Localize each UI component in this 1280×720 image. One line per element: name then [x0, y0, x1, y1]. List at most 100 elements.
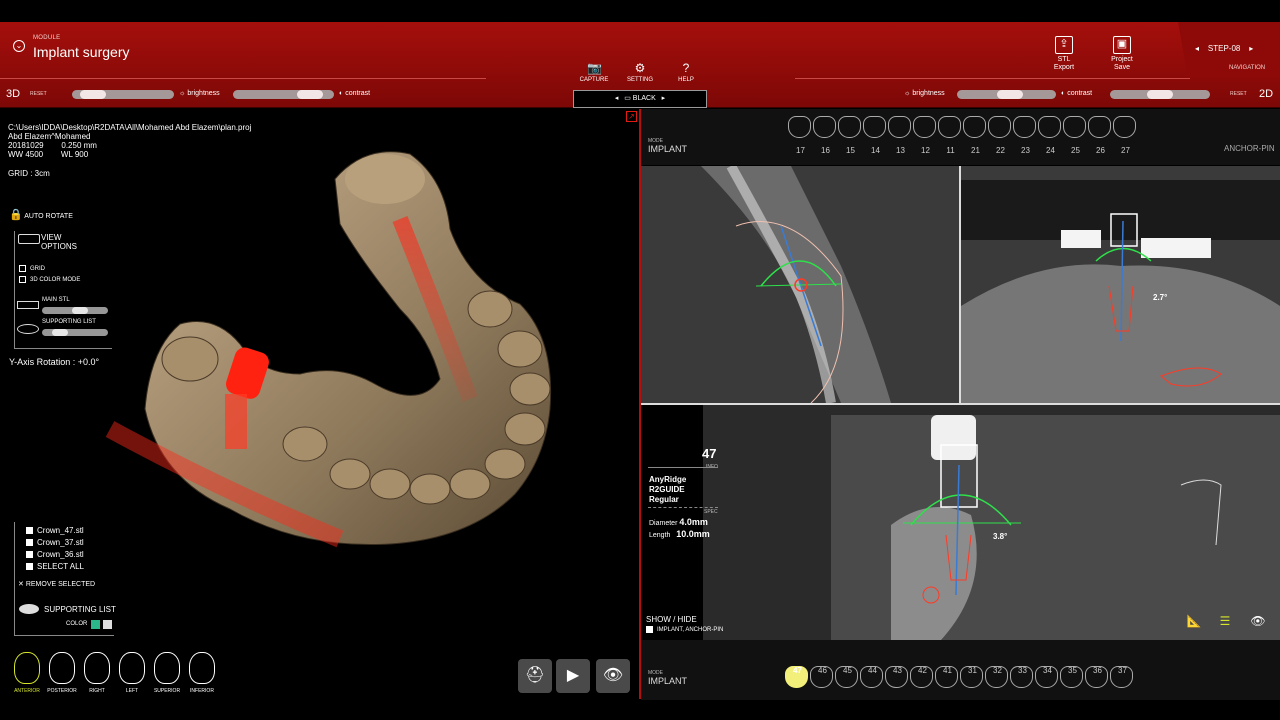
auto-rotate-toggle[interactable]: 🔒 AUTO ROTATE: [9, 208, 73, 221]
tooth-25[interactable]: [1063, 116, 1086, 138]
layers-button[interactable]: ☰: [1212, 608, 1238, 634]
capture-button[interactable]: 📷 CAPTURE: [572, 62, 616, 83]
lower-mode-label[interactable]: IMPLANT: [648, 676, 687, 686]
tooth-14[interactable]: [863, 116, 886, 138]
save-icon: ▣: [1113, 36, 1131, 54]
visibility-button[interactable]: 👁: [596, 659, 630, 693]
right-brightness-slider[interactable]: [957, 90, 1056, 99]
view-inferior-button[interactable]: INFERIOR: [187, 650, 217, 700]
display-mode-selector[interactable]: ◂ ▭ BLACK ▸: [573, 90, 707, 108]
measure-button[interactable]: 📐: [1181, 608, 1207, 634]
voxel-size: 0.250 mm: [61, 141, 97, 150]
left-brightness-slider[interactable]: [72, 90, 174, 99]
right-reset-button[interactable]: RESET: [1230, 91, 1247, 97]
grid-size: GRID : 3cm: [8, 169, 50, 178]
tooth-11[interactable]: [938, 116, 961, 138]
tooth-15[interactable]: [838, 116, 861, 138]
upper-mode-label[interactable]: IMPLANT: [648, 144, 687, 154]
tooth-number: 12: [921, 146, 930, 155]
tooth-16[interactable]: [813, 116, 836, 138]
tooth-number: 25: [1071, 146, 1080, 155]
skull-icon: [84, 652, 110, 684]
setting-button[interactable]: ⚙ SETTING: [618, 62, 662, 83]
view-anterior-button[interactable]: ANTERIOR: [12, 650, 42, 700]
remove-selected-button[interactable]: ✕ REMOVE SELECTED: [18, 580, 95, 588]
view-label: POSTERIOR: [47, 688, 77, 694]
popout-icon[interactable]: ↗: [626, 111, 637, 122]
left-contrast-slider[interactable]: [233, 90, 334, 99]
stl-export-button[interactable]: ⇪ STL Export: [1044, 36, 1084, 72]
module-title[interactable]: Implant surgery: [33, 44, 129, 60]
scan-date: 20181029: [8, 141, 44, 150]
supporting-opacity-slider[interactable]: [42, 329, 108, 336]
select-all-checkbox[interactable]: SELECT ALL: [26, 561, 84, 573]
help-button[interactable]: ? HELP: [664, 62, 708, 83]
color-mode-checkbox[interactable]: 3D COLOR MODE: [19, 276, 80, 283]
tooth-12[interactable]: [913, 116, 936, 138]
cross-section-view[interactable]: [641, 166, 959, 403]
view-options-label[interactable]: VIEW OPTIONS: [41, 233, 77, 251]
panoramic-view[interactable]: [961, 166, 1280, 403]
tooth-13[interactable]: [888, 116, 911, 138]
axial-view[interactable]: [641, 405, 1280, 640]
color-swatch-white[interactable]: [103, 620, 112, 629]
view-superior-button[interactable]: SUPERIOR: [152, 650, 182, 700]
sagittal-angle: 2.7°: [1153, 293, 1168, 302]
grid-checkbox[interactable]: GRID: [19, 265, 45, 272]
skull-icon: [154, 652, 180, 684]
tooth-number: 31: [968, 666, 977, 675]
implant-diameter: 4.0mm: [679, 517, 708, 527]
view-label: INFERIOR: [190, 688, 214, 694]
stl-list: Crown_47.stl Crown_37.stl Crown_36.stl S…: [26, 525, 84, 573]
color-swatch-green[interactable]: [91, 620, 100, 629]
left-reset-button[interactable]: RESET: [30, 91, 47, 97]
tooth-number: 26: [1096, 146, 1105, 155]
tooth-24[interactable]: [1038, 116, 1061, 138]
stl-item[interactable]: Crown_36.stl: [26, 549, 84, 561]
view-options-icon: [18, 234, 40, 244]
tooth-number: 35: [1068, 666, 1077, 675]
right-contrast-slider[interactable]: [1110, 90, 1210, 99]
skull-icon: [14, 652, 40, 684]
eye-icon: 👁: [1250, 614, 1266, 628]
chevron-right-icon[interactable]: ▸: [662, 95, 666, 102]
show-implant-checkbox[interactable]: IMPLANT, ANCHOR-PIN: [646, 626, 723, 633]
view-left-button[interactable]: LEFT: [117, 650, 147, 700]
tooth-21[interactable]: [963, 116, 986, 138]
chevron-left-icon[interactable]: ◂: [615, 95, 619, 102]
tooth-26[interactable]: [1088, 116, 1111, 138]
implant-number: 47: [702, 446, 717, 461]
right-brightness-label: ☼ brightness: [904, 90, 945, 97]
main-stl-opacity-slider[interactable]: [42, 307, 108, 314]
implant-body-red[interactable]: [225, 394, 247, 449]
molar-crown: [345, 154, 425, 204]
layers-icon: ☰: [1219, 614, 1231, 628]
tooth-22[interactable]: [988, 116, 1011, 138]
tooth-number: 24: [1046, 146, 1055, 155]
close-icon: ✕: [18, 581, 24, 588]
crown-view-button[interactable]: ⛑: [518, 659, 552, 693]
view-right-button[interactable]: RIGHT: [82, 650, 112, 700]
module-dropdown-icon[interactable]: ⌄: [13, 40, 25, 52]
anchor-pin-label[interactable]: ANCHOR-PIN: [1224, 144, 1275, 153]
stl-item[interactable]: Crown_37.stl: [26, 537, 84, 549]
view-posterior-button[interactable]: POSTERIOR: [47, 650, 77, 700]
ct-visibility-button[interactable]: 👁: [1244, 608, 1272, 634]
lock-icon: 🔒: [9, 209, 23, 221]
step-navigator[interactable]: ◂ STEP-08 ▸: [1195, 44, 1253, 53]
implant-dimensions: Diameter 4.0mm Length 10.0mm: [649, 517, 710, 539]
project-save-button[interactable]: ▣ Project Save: [1102, 36, 1142, 72]
next-step-icon[interactable]: ▸: [1249, 44, 1253, 53]
tooth-number: 15: [846, 146, 855, 155]
prev-step-icon[interactable]: ◂: [1195, 44, 1199, 53]
stl-item[interactable]: Crown_47.stl: [26, 525, 84, 537]
tooth-number: 47: [793, 666, 802, 675]
tooth-23[interactable]: [1013, 116, 1036, 138]
tooth-number: 16: [821, 146, 830, 155]
tooth-27[interactable]: [1113, 116, 1136, 138]
y-axis-rotation: Y-Axis Rotation : +0.0°: [9, 357, 100, 367]
monitor-icon: ▭: [624, 95, 631, 102]
tooth-17[interactable]: [788, 116, 811, 138]
view-2d-label: 2D: [1259, 88, 1274, 100]
video-button[interactable]: ▶: [556, 659, 590, 693]
